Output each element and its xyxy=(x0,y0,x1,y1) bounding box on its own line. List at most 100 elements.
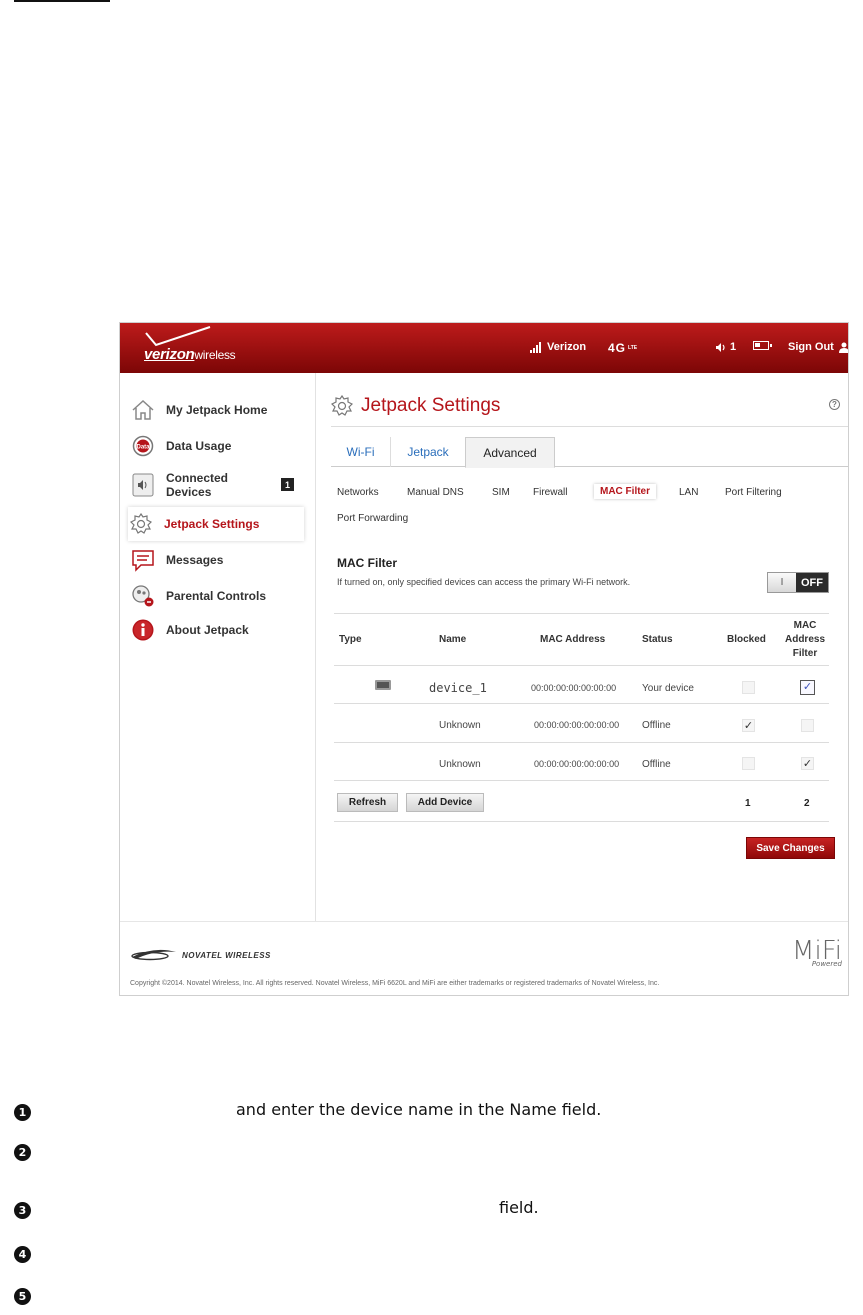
divider xyxy=(334,665,829,666)
signal-status: Verizon xyxy=(530,341,586,353)
col-header-status: Status xyxy=(642,634,673,645)
mac-filter-checkbox[interactable]: ✓ xyxy=(801,757,814,770)
parental-controls-icon xyxy=(130,583,156,609)
step-1-text: and enter the device name in the Name fi… xyxy=(236,1100,602,1119)
sidebar-item-label: About Jetpack xyxy=(166,623,249,637)
sidebar-item-label: Messages xyxy=(166,553,224,567)
device-name: Unknown xyxy=(439,720,481,731)
col-header-mac-address: MAC Address xyxy=(540,634,606,645)
subtab-port-forwarding[interactable]: Port Forwarding xyxy=(337,513,408,524)
sidebar-item-label: Data Usage xyxy=(166,439,232,453)
step-number: 3 xyxy=(14,1202,31,1219)
sidebar-item-home[interactable]: My Jetpack Home xyxy=(130,393,304,427)
divider xyxy=(331,426,848,427)
connected-devices-indicator[interactable]: 1 xyxy=(715,341,736,353)
help-icon[interactable]: ? xyxy=(829,399,840,410)
user-icon xyxy=(838,342,848,353)
device-mac: 00:00:00:00:00:00:00 xyxy=(534,759,620,769)
subtab-port-filtering[interactable]: Port Filtering xyxy=(725,487,782,498)
add-device-button[interactable]: Add Device xyxy=(406,793,484,812)
sidebar-item-label: My Jetpack Home xyxy=(166,403,268,417)
gear-icon xyxy=(128,511,154,537)
tab-jetpack[interactable]: Jetpack xyxy=(393,437,463,467)
sidebar-item-about[interactable]: About Jetpack xyxy=(130,613,304,647)
speaker-icon xyxy=(130,472,156,498)
divider xyxy=(334,780,829,781)
sidebar-item-data-usage[interactable]: Data Data Usage xyxy=(130,429,304,463)
battery-icon xyxy=(753,341,772,350)
step-number: 2 xyxy=(14,1144,31,1161)
subtab-sim[interactable]: SIM xyxy=(492,487,510,498)
brand-text: verizonwireless xyxy=(144,346,236,363)
mifi-logo: MiFi Powered xyxy=(792,936,842,968)
mac-filter-toggle[interactable]: I OFF xyxy=(767,572,829,593)
carrier-name: Verizon xyxy=(547,341,587,353)
copyright-text: Copyright ©2014. Novatel Wireless, Inc. … xyxy=(130,980,660,987)
blocked-checkbox[interactable] xyxy=(742,757,755,770)
sign-out-label: Sign Out xyxy=(788,341,834,353)
col-header-blocked: Blocked xyxy=(727,634,766,645)
divider xyxy=(334,703,829,704)
col-header-type: Type xyxy=(339,634,362,645)
footer: NOVATEL WIRELESS MiFi Powered Copyright … xyxy=(120,921,848,995)
connected-count: 1 xyxy=(730,341,737,353)
sidebar-item-parental-controls[interactable]: Parental Controls xyxy=(130,579,304,613)
subtab-mac-filter[interactable]: MAC Filter xyxy=(594,484,656,499)
mac-filter-checkbox[interactable]: ✓ xyxy=(800,680,815,695)
speaker-wave-icon xyxy=(716,342,725,352)
mac-filter-heading: MAC Filter xyxy=(337,556,397,570)
sidebar-item-label: Jetpack Settings xyxy=(164,517,260,531)
brand-bold: verizon xyxy=(144,346,195,363)
subtab-firewall[interactable]: Firewall xyxy=(533,487,567,498)
step-3: 3 xyxy=(14,1200,31,1219)
step-3-text: field. xyxy=(499,1198,539,1217)
step-5: 5 xyxy=(14,1286,31,1305)
subtab-manual-dns[interactable]: Manual DNS xyxy=(407,487,464,498)
sign-out-link[interactable]: Sign Out xyxy=(788,341,848,353)
app-header: verizonwireless Verizon 4G LTE 1 Sign Ou… xyxy=(120,323,848,373)
blocked-checkbox[interactable] xyxy=(742,681,755,694)
divider xyxy=(334,613,829,614)
device-name: device_1 xyxy=(429,681,487,695)
mac-filter-description: If turned on, only specified devices can… xyxy=(337,577,631,587)
save-changes-button[interactable]: Save Changes xyxy=(746,837,835,859)
subtab-lan[interactable]: LAN xyxy=(679,487,698,498)
verizon-logo: verizonwireless xyxy=(144,325,284,371)
filter-total: 2 xyxy=(804,798,810,809)
device-type-icon xyxy=(375,680,391,690)
info-icon xyxy=(130,617,156,643)
divider xyxy=(334,742,829,743)
device-status: Offline xyxy=(642,720,671,731)
gear-icon xyxy=(331,395,353,416)
tab-advanced[interactable]: Advanced xyxy=(465,437,555,468)
sidebar-item-jetpack-settings[interactable]: Jetpack Settings xyxy=(128,507,304,541)
step-2: 2 xyxy=(14,1142,31,1161)
step-number: 4 xyxy=(14,1246,31,1263)
mac-filter-checkbox[interactable] xyxy=(801,719,814,732)
step-number: 1 xyxy=(14,1104,31,1121)
sidebar-item-connected-devices[interactable]: Connected Devices 1 xyxy=(130,465,304,505)
subtab-networks[interactable]: Networks xyxy=(337,487,379,498)
main-content: Jetpack Settings ? Wi-Fi Jetpack Advance… xyxy=(317,373,848,921)
blocked-checkbox[interactable]: ✓ xyxy=(742,719,755,732)
data-usage-icon: Data xyxy=(130,433,156,459)
step-number: 5 xyxy=(14,1288,31,1305)
tab-wifi[interactable]: Wi-Fi xyxy=(331,437,391,467)
novatel-logo: NOVATEL WIRELESS xyxy=(130,948,271,962)
page-title: Jetpack Settings xyxy=(331,395,500,417)
home-icon xyxy=(130,397,156,423)
network-label: 4G xyxy=(608,341,627,355)
toggle-off-side: OFF xyxy=(796,573,828,592)
device-mac: 00:00:00:00:00:00:00 xyxy=(534,720,620,730)
devices-count-badge: 1 xyxy=(281,478,294,491)
refresh-button[interactable]: Refresh xyxy=(337,793,398,812)
tab-bar: Wi-Fi Jetpack Advanced xyxy=(331,437,848,468)
divider xyxy=(334,821,829,822)
sidebar-item-messages[interactable]: Messages xyxy=(130,543,304,577)
top-rule xyxy=(14,0,110,2)
device-name: Unknown xyxy=(439,759,481,770)
battery-indicator xyxy=(753,341,772,350)
svg-text:Data: Data xyxy=(136,445,150,451)
device-mac: 00:00:00:00:00:00:00 xyxy=(531,683,617,693)
brand-light: wireless xyxy=(194,348,236,362)
